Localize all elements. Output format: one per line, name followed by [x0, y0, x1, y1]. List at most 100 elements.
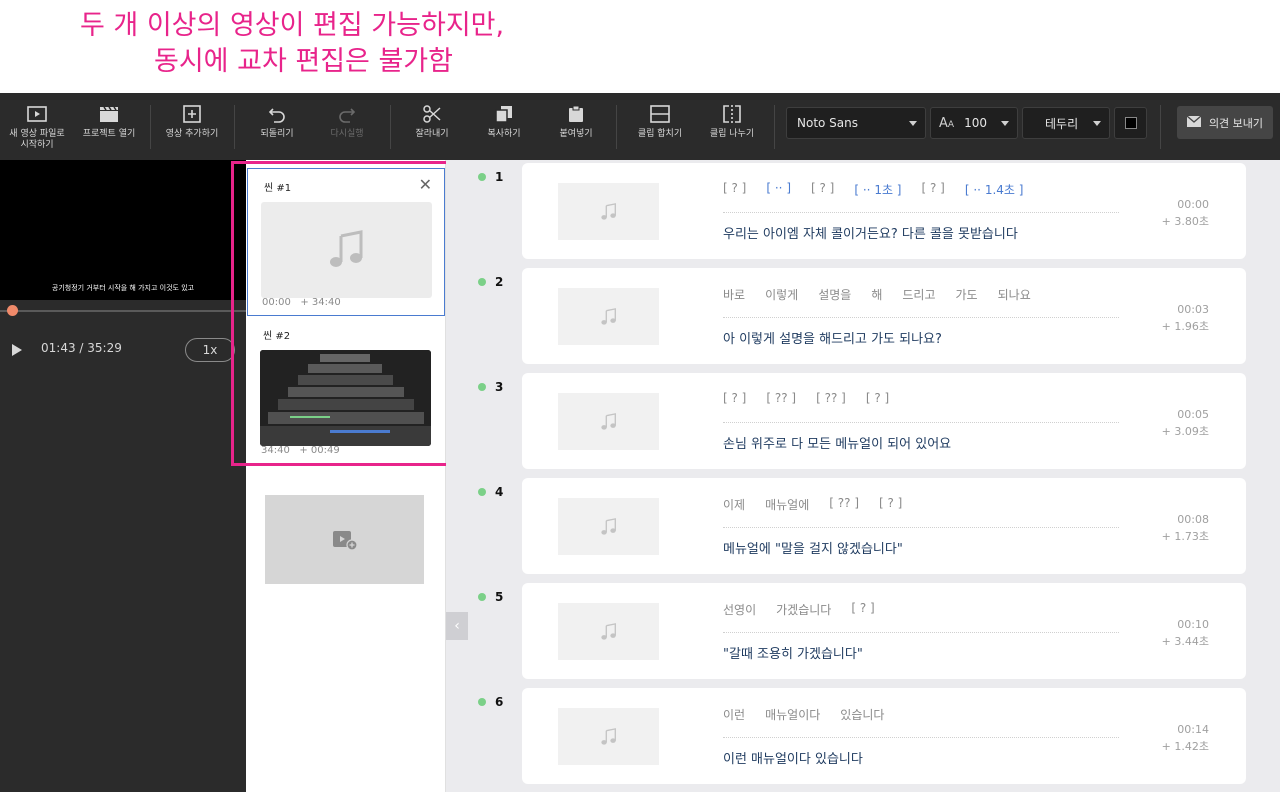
video-preview[interactable]: 공기청정기 거부터 시작을 해 가지고 이것도 있고: [0, 160, 246, 300]
cut-button[interactable]: 잘라내기: [402, 93, 462, 160]
clip-timestamp: 00:05 + 3.09초: [1162, 406, 1209, 440]
word-list: 선영이 가겠습니다 [ ? ]: [723, 601, 1119, 633]
play-box-icon: [26, 103, 48, 125]
open-project-button[interactable]: 프로젝트 열기: [78, 93, 140, 160]
word-chip[interactable]: [ ? ]: [851, 601, 874, 632]
status-dot: [478, 698, 486, 706]
clip-sentence[interactable]: 아 이렇게 설명을 해드리고 가도 되나요?: [723, 328, 942, 347]
word-chip[interactable]: [ ? ]: [723, 181, 746, 212]
word-chip[interactable]: 있습니다: [840, 706, 884, 737]
word-chip[interactable]: 드리고: [902, 286, 935, 317]
word-chip[interactable]: [ ?? ]: [829, 496, 859, 527]
word-chip[interactable]: [ ? ]: [811, 181, 834, 212]
color-swatch: [1124, 117, 1137, 129]
word-list: [ ? ] [ ?? ] [ ?? ] [ ? ]: [723, 391, 1119, 423]
play-icon[interactable]: [12, 344, 22, 356]
clip-card[interactable]: [ ? ] [ ·· ] [ ? ] [ ·· 1초 ] [ ? ] [ ·· 1.4초 …: [522, 163, 1246, 259]
seek-bar[interactable]: [0, 305, 246, 316]
word-chip[interactable]: [ ?? ]: [766, 391, 796, 422]
seek-handle[interactable]: [7, 305, 19, 316]
clip-sentence[interactable]: 우리는 아이엠 자체 콜이거든요? 다른 콜을 못받습니다: [723, 223, 1018, 242]
status-dot: [478, 488, 486, 496]
word-chip[interactable]: 이런: [723, 706, 745, 737]
word-chip[interactable]: 바로: [723, 286, 745, 317]
word-chip[interactable]: [ ·· ]: [766, 181, 791, 212]
playback-time: 01:43 / 35:29: [41, 341, 122, 355]
clip-card[interactable]: 선영이 가겠습니다 [ ? ] "갈때 조용히 가겠습니다" 00:10 + 3.44초: [522, 583, 1246, 679]
word-chip[interactable]: 해: [871, 286, 882, 317]
clip-list: 1 [ ? ] [ ·· ] [ ? ] [ ·· 1초 ] [ ? ] [ ·· 1.4초…: [446, 160, 1280, 792]
copy-button[interactable]: 복사하기: [474, 93, 534, 160]
merge-clip-button[interactable]: 클립 합치기: [628, 93, 692, 160]
clip-sentence[interactable]: 이런 매뉴얼이다 있습니다: [723, 748, 863, 767]
word-chip[interactable]: [ ? ]: [723, 391, 746, 422]
font-select[interactable]: Noto Sans: [786, 107, 926, 139]
border-select[interactable]: 테두리: [1022, 107, 1110, 139]
clip-timestamp: 00:03 + 1.96초: [1162, 301, 1209, 335]
border-select-value: 테두리: [1045, 116, 1079, 131]
word-chip[interactable]: 설명을: [818, 286, 851, 317]
music-note-icon: [600, 307, 616, 325]
clip-card[interactable]: 바로 이렇게 설명을 해 드리고 가도 되나요아 이렇게 설명을 해드리고 가도 되나요? 0…: [522, 268, 1246, 364]
word-chip[interactable]: 매뉴얼에: [765, 496, 809, 527]
player-panel: 공기청정기 거부터 시작을 해 가지고 이것도 있고 01:43 / 35:29…: [0, 160, 246, 792]
merge-clip-icon: [649, 103, 671, 125]
clip-card[interactable]: 이런 매뉴얼이다 있습니다 이런 매뉴얼이다 있습니다 00:14 + 1.42초: [522, 688, 1246, 784]
clip-card[interactable]: 이제 매뉴얼에 [ ?? ] [ ? ] 메뉴얼에 "말을 걸지 않겠습니다" 00:08…: [522, 478, 1246, 574]
status-dot: [478, 278, 486, 286]
word-chip[interactable]: [ ? ]: [879, 496, 902, 527]
color-picker[interactable]: [1114, 107, 1147, 139]
font-size-value: 100: [964, 116, 987, 130]
word-chip[interactable]: 선영이: [723, 601, 756, 632]
clip-thumbnail: [558, 498, 659, 555]
toolbar-divider: [616, 105, 617, 149]
clip-index: 3: [495, 380, 504, 394]
clip-card[interactable]: [ ? ] [ ?? ] [ ?? ] [ ? ] 손님 위주로 다 모든 메뉴얼이 되…: [522, 373, 1246, 469]
clip-number: 4: [478, 485, 503, 499]
chevron-left-icon: ‹: [454, 618, 460, 634]
word-chip[interactable]: 이제: [723, 496, 745, 527]
undo-icon: [266, 103, 288, 125]
clip-start: 00:03: [1177, 303, 1209, 316]
word-chip[interactable]: 매뉴얼이다: [765, 706, 820, 737]
music-note-icon: [600, 412, 616, 430]
status-dot: [478, 383, 486, 391]
split-clip-button[interactable]: 클립 나누기: [700, 93, 764, 160]
word-chip[interactable]: [ ·· 1초 ]: [854, 181, 901, 212]
clip-sentence[interactable]: "갈때 조용히 가겠습니다": [723, 643, 863, 662]
paste-button[interactable]: 붙여넣기: [546, 93, 606, 160]
clip-number: 1: [478, 170, 503, 184]
word-chip[interactable]: 되나요: [998, 286, 1031, 317]
word-chip[interactable]: 가도: [956, 286, 978, 317]
clip-thumbnail: [558, 393, 659, 450]
music-note-icon: [600, 622, 616, 640]
undo-button[interactable]: 되돌리기: [246, 93, 308, 160]
collapse-panel-button[interactable]: ‹: [446, 612, 468, 640]
font-size-select[interactable]: AA 100: [930, 107, 1018, 139]
speed-button[interactable]: 1x: [185, 338, 235, 362]
new-file-button[interactable]: 새 영상 파일로 시작하기: [4, 93, 70, 160]
add-video-button[interactable]: 영상 추가하기: [160, 93, 224, 160]
clip-thumbnail: [558, 183, 659, 240]
clip-number: 5: [478, 590, 503, 604]
word-chip[interactable]: 가겠습니다: [776, 601, 831, 632]
clapperboard-icon: [98, 103, 120, 125]
annotation-highlight-box: [231, 161, 454, 466]
word-chip[interactable]: [ ·· 1.4초 ]: [965, 181, 1024, 212]
clip-start: 00:00: [1177, 198, 1209, 211]
word-chip[interactable]: [ ? ]: [922, 181, 945, 212]
add-scene-button[interactable]: [265, 495, 424, 584]
word-chip[interactable]: 이렇게: [765, 286, 798, 317]
redo-button[interactable]: 다시실행: [316, 93, 378, 160]
font-select-value: Noto Sans: [797, 116, 859, 130]
word-chip[interactable]: [ ?? ]: [816, 391, 846, 422]
clip-duration: + 3.09초: [1161, 425, 1209, 438]
clip-sentence[interactable]: 손님 위주로 다 모든 메뉴얼이 되어 있어요: [723, 433, 951, 452]
word-chip[interactable]: [ ? ]: [866, 391, 889, 422]
clip-sentence[interactable]: 메뉴얼에 "말을 걸지 않겠습니다": [723, 538, 903, 557]
copy-icon: [493, 103, 515, 125]
feedback-button[interactable]: 의견 보내기: [1177, 106, 1273, 139]
annotation-line-1: 두 개 이상의 영상이 편집 가능하지만,: [80, 10, 505, 41]
toolbar-divider: [1160, 105, 1161, 149]
word-list: 이제 매뉴얼에 [ ?? ] [ ? ]: [723, 496, 1119, 528]
